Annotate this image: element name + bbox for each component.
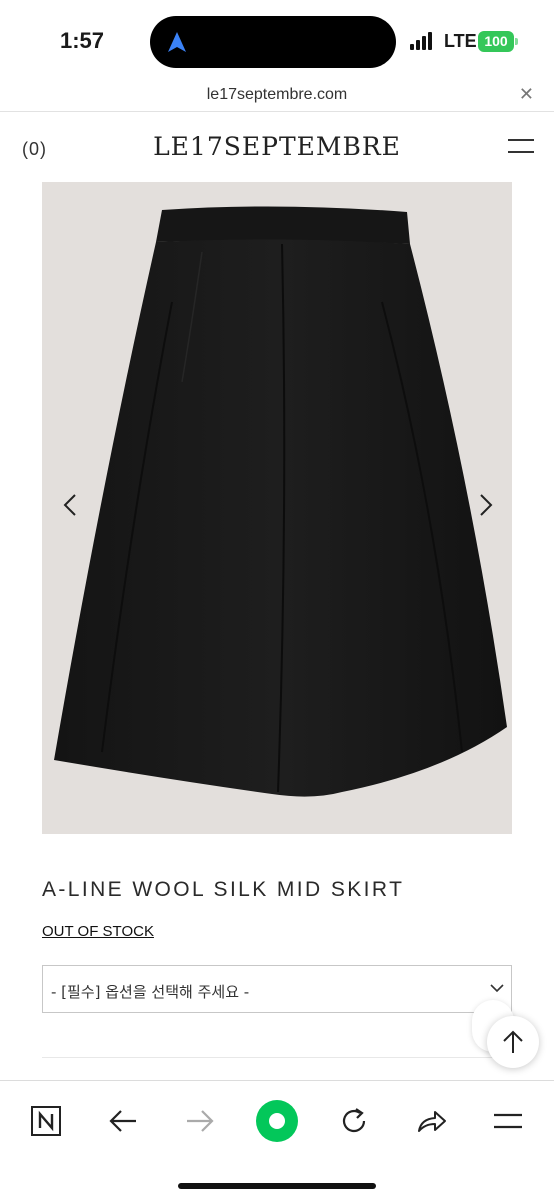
dynamic-island xyxy=(150,16,396,68)
naver-home-icon[interactable] xyxy=(24,1099,68,1143)
scroll-to-top-button[interactable] xyxy=(487,1016,539,1068)
battery-icon: 100 xyxy=(478,31,514,52)
reload-icon[interactable] xyxy=(332,1099,376,1143)
status-bar: 1:57 LTE 100 xyxy=(0,0,554,82)
product-title: A-LINE WOOL SILK MID SKIRT xyxy=(42,878,405,901)
chevron-left-icon[interactable] xyxy=(56,490,86,520)
battery-cap xyxy=(515,38,518,45)
divider xyxy=(42,1057,512,1058)
product-image[interactable] xyxy=(42,182,512,834)
url-bar[interactable]: le17septembre.com ✕ xyxy=(0,82,554,112)
menu-icon[interactable] xyxy=(486,1099,530,1143)
signal-icon xyxy=(410,32,436,50)
site-header: (0) LE17SEPTEMBRE xyxy=(0,112,554,182)
navigation-arrow-icon xyxy=(168,32,186,52)
site-logo[interactable]: LE17SEPTEMBRE xyxy=(0,132,554,161)
chevron-down-icon xyxy=(490,984,504,993)
home-indicator xyxy=(178,1183,376,1189)
skirt-image xyxy=(54,206,507,797)
option-select-value: - [필수] 옵션을 선택해 주세요 - xyxy=(51,983,250,1001)
network-type: LTE xyxy=(444,31,477,51)
stock-status-link[interactable]: OUT OF STOCK xyxy=(42,923,154,940)
url-text[interactable]: le17septembre.com xyxy=(0,86,554,104)
back-icon[interactable] xyxy=(101,1099,145,1143)
hamburger-icon[interactable] xyxy=(508,139,534,155)
browser-toolbar xyxy=(0,1080,554,1200)
chevron-right-icon[interactable] xyxy=(470,490,500,520)
close-icon[interactable]: ✕ xyxy=(519,84,534,105)
status-time: 1:57 xyxy=(60,28,105,53)
share-icon[interactable] xyxy=(409,1099,453,1143)
option-select[interactable]: - [필수] 옵션을 선택해 주세요 - xyxy=(42,965,512,1013)
forward-icon[interactable] xyxy=(178,1099,222,1143)
arrow-up-icon xyxy=(503,1030,523,1053)
green-dot-icon[interactable] xyxy=(255,1099,299,1143)
